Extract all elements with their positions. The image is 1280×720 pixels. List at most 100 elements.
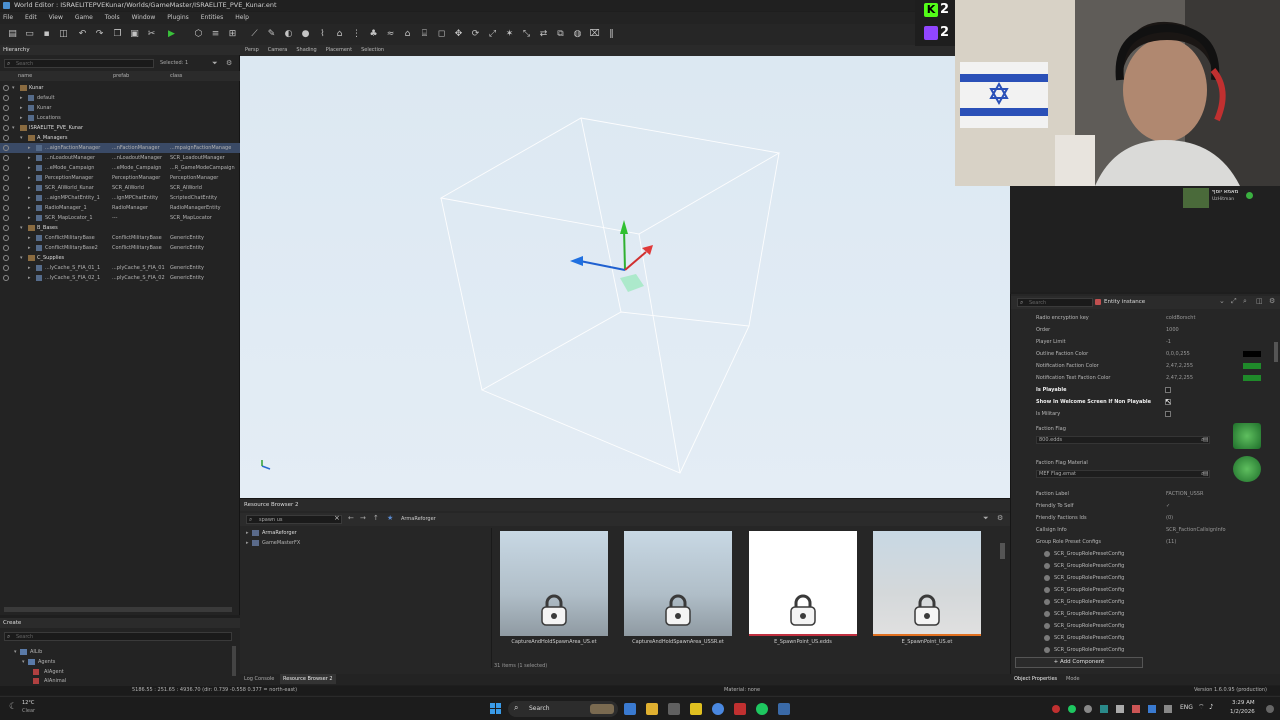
column-name[interactable]: name bbox=[18, 73, 32, 79]
volume-icon[interactable]: ♪ bbox=[1209, 703, 1213, 711]
menu-entities[interactable]: Entities bbox=[201, 12, 223, 24]
eye-icon[interactable] bbox=[3, 85, 9, 91]
save-icon[interactable]: ▪ bbox=[41, 29, 52, 40]
property-row[interactable]: Friendly Factions Ids (0) bbox=[1012, 512, 1270, 524]
menu-tools[interactable]: Tools bbox=[105, 12, 120, 24]
eye-icon[interactable] bbox=[3, 155, 9, 161]
tray-icon[interactable] bbox=[1164, 705, 1172, 713]
chevron-right-icon[interactable]: ▸ bbox=[28, 143, 31, 153]
eye-icon[interactable] bbox=[3, 245, 9, 251]
group-config-item[interactable]: SCR_GroupRolePresetConfig bbox=[1012, 620, 1270, 632]
gear-icon[interactable]: ⚙ bbox=[1269, 297, 1275, 305]
hierarchy-row[interactable]: ▸ ...lyCache_S_FIA_01_1 ...plyCache_S_FIA_… bbox=[0, 263, 240, 273]
property-row[interactable]: Callsign Info SCR_FactionCallsignInfo bbox=[1012, 524, 1270, 536]
tray-icon[interactable] bbox=[1100, 705, 1108, 713]
tray-icon[interactable] bbox=[1132, 705, 1140, 713]
chevron-right-icon[interactable]: ▸ bbox=[28, 263, 31, 273]
star-icon[interactable]: ★ bbox=[387, 514, 393, 522]
paint-icon[interactable]: ◐ bbox=[283, 29, 294, 40]
paste-icon[interactable]: ▣ bbox=[129, 29, 140, 40]
globe-icon[interactable]: ◍ bbox=[572, 29, 583, 40]
pause-icon[interactable]: ‖ bbox=[606, 29, 617, 40]
create-tree-item[interactable]: AIAnimal bbox=[30, 676, 230, 684]
rotate-icon[interactable]: ⟳ bbox=[470, 29, 481, 40]
wifi-icon[interactable]: ⌔ bbox=[1198, 703, 1205, 712]
tab-mode[interactable]: Mode bbox=[1066, 676, 1080, 682]
resource-thumbnail[interactable] bbox=[749, 531, 857, 636]
expand-icon[interactable]: ⤢ bbox=[1231, 297, 1237, 306]
eye-icon[interactable] bbox=[3, 195, 9, 201]
save-as-icon[interactable]: ◫ bbox=[58, 29, 69, 40]
chrome-icon[interactable] bbox=[712, 703, 724, 715]
eye-icon[interactable] bbox=[3, 115, 9, 121]
edge-icon[interactable] bbox=[624, 703, 636, 715]
obs-icon[interactable] bbox=[734, 703, 746, 715]
chevron-down-icon[interactable]: ▾ bbox=[20, 223, 23, 233]
hierarchy-row[interactable]: ▾ C_Supplies bbox=[0, 253, 240, 263]
chevron-right-icon[interactable]: ▸ bbox=[28, 213, 31, 223]
property-row[interactable]: Order 1000 bbox=[1012, 324, 1270, 336]
menu-help[interactable]: Help bbox=[235, 12, 249, 24]
layout-icon[interactable]: ◫ bbox=[1256, 297, 1263, 305]
filter-icon[interactable]: ⏷ bbox=[212, 59, 218, 68]
hierarchy-row[interactable]: ▸ ...lyCache_S_FIA_02_1 ...plyCache_S_FIA_… bbox=[0, 273, 240, 283]
chevron-right-icon[interactable]: ▸ bbox=[28, 163, 31, 173]
hierarchy-row[interactable]: ▾ Kunar bbox=[0, 83, 240, 93]
eye-icon[interactable] bbox=[3, 95, 9, 101]
pencil-icon[interactable]: ✎ bbox=[266, 29, 277, 40]
column-class[interactable]: class bbox=[170, 73, 182, 79]
checkbox[interactable] bbox=[1165, 387, 1171, 393]
horizontal-scrollbar[interactable] bbox=[4, 607, 232, 612]
property-row[interactable]: Group Role Preset Configs (11) bbox=[1012, 536, 1270, 548]
chevron-down-icon[interactable]: ⌄ bbox=[1219, 297, 1225, 305]
create-tree-item[interactable]: ▾ AILib bbox=[14, 647, 214, 657]
eye-icon[interactable] bbox=[3, 125, 9, 131]
hierarchy-search-input[interactable]: ⌕ Search bbox=[4, 59, 154, 68]
eye-icon[interactable] bbox=[3, 165, 9, 171]
chevron-right-icon[interactable]: ▸ bbox=[28, 193, 31, 203]
group-config-item[interactable]: SCR_GroupRolePresetConfig bbox=[1012, 548, 1270, 560]
menu-view[interactable]: View bbox=[49, 12, 63, 24]
menu-window[interactable]: Window bbox=[132, 12, 156, 24]
language-indicator[interactable]: ENG bbox=[1180, 704, 1193, 711]
scale-icon[interactable]: ⤢ bbox=[487, 29, 498, 40]
resource-search-input[interactable]: ⌕ spawn us bbox=[246, 515, 342, 524]
vertical-scrollbar[interactable] bbox=[232, 646, 236, 676]
weather-desc[interactable]: Clear bbox=[22, 708, 35, 714]
vertical-scrollbar[interactable] bbox=[1000, 543, 1005, 559]
chevron-right-icon[interactable]: ▸ bbox=[28, 173, 31, 183]
tray-icon[interactable] bbox=[1052, 705, 1060, 713]
chevron-right-icon[interactable]: ▸ bbox=[28, 243, 31, 253]
clock-date[interactable]: 1/2/2026 bbox=[1230, 709, 1255, 715]
color-swatch[interactable] bbox=[1243, 351, 1261, 357]
eye-icon[interactable] bbox=[3, 185, 9, 191]
hierarchy-row[interactable]: ▸ SCR_MapLocator_1 --- SCR_MapLocator bbox=[0, 213, 240, 223]
chevron-right-icon[interactable]: ▸ bbox=[28, 203, 31, 213]
eye-icon[interactable] bbox=[3, 175, 9, 181]
hierarchy-row[interactable]: ▸ Locations bbox=[0, 113, 240, 123]
resource-tree-item[interactable]: ▸ ArmaReforger bbox=[246, 528, 446, 538]
eye-icon[interactable] bbox=[3, 275, 9, 281]
taskbar-search[interactable]: ⌕ Search bbox=[508, 701, 618, 717]
group-config-item[interactable]: SCR_GroupRolePresetConfig bbox=[1012, 632, 1270, 644]
clear-search-icon[interactable]: × bbox=[334, 514, 340, 522]
create-search-input[interactable]: ⌕ Search bbox=[4, 632, 232, 641]
house-icon[interactable]: ⌂ bbox=[402, 29, 413, 40]
placement-button[interactable]: Placement bbox=[326, 45, 352, 56]
group-config-item[interactable]: SCR_GroupRolePresetConfig bbox=[1012, 572, 1270, 584]
hierarchy-row[interactable]: ▸ ...aignMPChatEntity_1 ...ignMPChatEntity… bbox=[0, 193, 240, 203]
property-row[interactable]: Is Military bbox=[1012, 408, 1270, 420]
create-tree-item[interactable]: ▾ Agents bbox=[22, 657, 222, 667]
brush-icon[interactable]: ⟋ bbox=[249, 29, 260, 40]
undo-icon[interactable]: ↶ bbox=[77, 29, 88, 40]
resource-path[interactable]: ArmaReforger bbox=[401, 516, 436, 522]
tray-icon[interactable] bbox=[1116, 705, 1124, 713]
hierarchy-row[interactable]: ▸ ConflictMilitaryBase ConflictMilitaryBas… bbox=[0, 233, 240, 243]
arrow-right-icon[interactable]: → bbox=[360, 514, 366, 522]
spotify-icon[interactable] bbox=[756, 703, 768, 715]
chevron-right-icon[interactable]: ▸ bbox=[20, 103, 23, 113]
tray-icon[interactable] bbox=[1068, 705, 1076, 713]
filter-icon[interactable]: ⏷ bbox=[983, 514, 989, 523]
chevron-down-icon[interactable]: ▾ bbox=[12, 123, 15, 133]
select-icon[interactable]: ◻ bbox=[436, 29, 447, 40]
